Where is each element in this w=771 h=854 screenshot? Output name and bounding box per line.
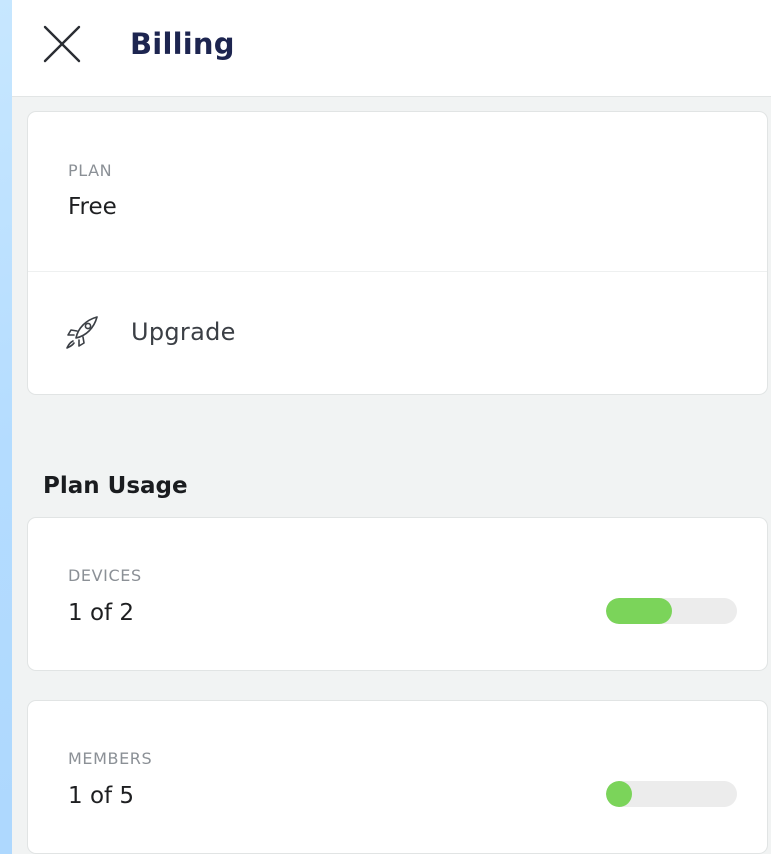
members-count: 1 of 5 <box>68 783 135 809</box>
plan-value: Free <box>68 194 117 220</box>
app-header: Billing <box>12 0 771 97</box>
upgrade-label: Upgrade <box>131 318 236 346</box>
close-icon <box>43 25 81 63</box>
members-usage-card: MEMBERS 1 of 5 <box>27 700 768 854</box>
upgrade-button[interactable]: Upgrade <box>28 272 767 394</box>
devices-progress-fill <box>606 598 672 624</box>
plan-usage-heading: Plan Usage <box>43 473 188 499</box>
plan-label: PLAN <box>68 161 113 180</box>
devices-usage-card: DEVICES 1 of 2 <box>27 517 768 671</box>
members-progress-fill <box>606 781 633 807</box>
page-title: Billing <box>130 27 235 61</box>
close-button[interactable] <box>40 22 84 66</box>
devices-progress-bar <box>606 598 737 624</box>
plan-card: PLAN Free Upgrade <box>27 111 768 395</box>
members-progress-bar <box>606 781 737 807</box>
billing-screen: Billing PLAN Free Upgrade Plan Usage DEV… <box>12 0 771 854</box>
devices-label: DEVICES <box>68 566 142 585</box>
rocket-icon <box>66 316 98 349</box>
members-label: MEMBERS <box>68 749 153 768</box>
devices-count: 1 of 2 <box>68 600 135 626</box>
